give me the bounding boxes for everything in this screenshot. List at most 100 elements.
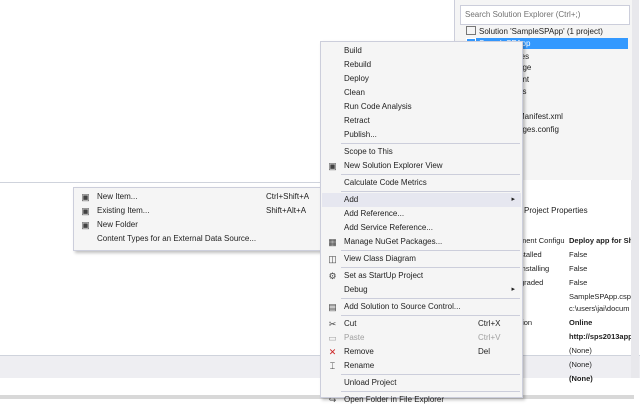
menu-item-cut[interactable]: ✂ Cut Ctrl+X (322, 317, 521, 331)
menu-item-retract[interactable]: Retract (322, 114, 521, 128)
menu-separator (341, 315, 520, 316)
menu-item-label: Paste (344, 333, 365, 342)
menu-item-scope-to-this[interactable]: Scope to This (322, 145, 521, 159)
class-diagram-icon: ◫ (328, 254, 337, 264)
menu-item-publish[interactable]: Publish... (322, 128, 521, 142)
menu-item-add-solution-to-source-control[interactable]: ▤ Add Solution to Source Control... (322, 300, 521, 314)
property-row[interactable]: stalled False (520, 248, 631, 262)
property-row[interactable]: http://sps2013app (520, 330, 631, 344)
property-row[interactable]: (None) (520, 372, 631, 386)
menu-item-set-as-startup-project[interactable]: ⚙ Set as StartUp Project (322, 269, 521, 283)
menu-item-shortcut: Ctrl+Shift+A (266, 192, 310, 201)
menu-item-shortcut: Ctrl+X (478, 319, 501, 328)
menu-item-label: Set as StartUp Project (344, 271, 424, 280)
new-folder-icon: ▣ (81, 220, 90, 230)
menu-item-label: New Item... (97, 192, 138, 201)
menu-separator (341, 250, 520, 251)
submenu-item-new-item[interactable]: ▣ New Item... Ctrl+Shift+A (75, 190, 320, 204)
menu-item-add-service-reference[interactable]: Add Service Reference... (322, 221, 521, 235)
property-row[interactable]: ment Configu Deploy app for Sha (520, 234, 631, 248)
menu-item-view-class-diagram[interactable]: ◫ View Class Diagram (322, 252, 521, 266)
menu-item-label: Publish... (344, 130, 377, 139)
vertical-scrollbar[interactable] (631, 0, 639, 395)
menu-item-open-folder-in-file-explorer[interactable]: ↪ Open Folder in File Explorer (322, 393, 521, 407)
property-value: (None) (569, 360, 592, 369)
property-row[interactable]: graded False (520, 276, 631, 290)
property-name: ment Configu (520, 236, 565, 245)
menu-item-label: Cut (344, 319, 357, 328)
tree-item-label: Solution 'SampleSPApp' (1 project) (479, 27, 603, 36)
scissors-icon: ✂ (328, 319, 337, 329)
property-row[interactable]: (None) (520, 344, 631, 358)
menu-item-new-solution-explorer-view[interactable]: ▣ New Solution Explorer View (322, 159, 521, 173)
menu-separator (341, 143, 520, 144)
tree-item-label: Manifest.xml (518, 112, 563, 121)
tree-item-label: ages.config (518, 125, 559, 134)
menu-item-run-code-analysis[interactable]: Run Code Analysis (322, 100, 521, 114)
build-icon (327, 46, 338, 56)
menu-item-add-reference[interactable]: Add Reference... (322, 207, 521, 221)
menu-separator (341, 374, 520, 375)
property-name: graded (520, 278, 544, 287)
menu-item-label: Existing Item... (97, 206, 150, 215)
property-row[interactable]: c:\users\jai\docum (520, 302, 631, 316)
menu-item-label: Scope to This (344, 147, 393, 156)
menu-item-build[interactable]: Build (322, 44, 521, 58)
menu-item-rename[interactable]: ⌶ Rename (322, 359, 521, 373)
menu-item-unload-project[interactable]: Unload Project (322, 376, 521, 390)
property-row[interactable]: tion Online (520, 316, 631, 330)
menu-item-label: New Folder (97, 220, 138, 229)
solution-explorer-search-input[interactable]: Search Solution Explorer (Ctrl+;) (460, 5, 630, 25)
menu-item-calculate-code-metrics[interactable]: Calculate Code Metrics (322, 176, 521, 190)
menu-item-label: Add (344, 195, 359, 204)
tree-item[interactable]: ages.config (518, 124, 559, 135)
menu-separator (341, 267, 520, 268)
paste-icon: ▭ (328, 333, 337, 343)
menu-item-label: Add Solution to Source Control... (344, 302, 461, 311)
menu-item-label: Manage NuGet Packages... (344, 237, 443, 246)
submenu-item-new-folder[interactable]: ▣ New Folder (75, 218, 320, 232)
menu-item-manage-nuget-packages[interactable]: ▦ Manage NuGet Packages... (322, 235, 521, 249)
menu-separator (341, 298, 520, 299)
menu-item-label: Run Code Analysis (344, 102, 412, 111)
submenu-arrow-icon: ▸ (511, 286, 515, 293)
menu-item-label: View Class Diagram (344, 254, 416, 263)
menu-item-label: Calculate Code Metrics (344, 178, 427, 187)
menu-item-label: Rebuild (344, 60, 372, 69)
menu-item-paste: ▭ Paste Ctrl+V (322, 331, 521, 345)
menu-item-debug[interactable]: Debug ▸ (322, 283, 521, 297)
menu-item-rebuild[interactable]: Rebuild (322, 58, 521, 72)
menu-item-label: Retract (344, 116, 370, 125)
property-value: (None) (569, 346, 592, 355)
frame-shadow (0, 395, 634, 399)
submenu-item-existing-item[interactable]: ▣ Existing Item... Shift+Alt+A (75, 204, 320, 218)
property-value: False (569, 264, 588, 273)
menu-item-add[interactable]: Add ▸ (322, 193, 521, 207)
submenu-item-content-types-for-an-external-data-source[interactable]: Content Types for an External Data Sourc… (75, 232, 320, 246)
menu-item-label: Deploy (344, 74, 369, 83)
property-row[interactable]: (None) (520, 358, 631, 372)
property-value: (None) (569, 374, 593, 383)
menu-separator (341, 191, 520, 192)
property-name: tion (520, 318, 533, 327)
new-item-icon: ▣ (81, 192, 90, 202)
properties-title: Project Properties (524, 206, 588, 215)
menu-item-remove[interactable]: ✕ Remove Del (322, 345, 521, 359)
menu-item-clean[interactable]: Clean (322, 86, 521, 100)
menu-separator (341, 174, 520, 175)
menu-item-label: Open Folder in File Explorer (344, 395, 445, 404)
tree-item[interactable]: Manifest.xml (518, 111, 563, 122)
open-folder-icon: ↪ (328, 395, 337, 405)
tree-item[interactable]: Solution 'SampleSPApp' (1 project) (466, 26, 603, 37)
menu-item-label: Clean (344, 88, 365, 97)
property-name: stalled (520, 250, 542, 259)
menu-item-shortcut: Shift+Alt+A (266, 206, 307, 215)
menu-item-label: Content Types for an External Data Sourc… (97, 234, 257, 243)
property-value: False (569, 278, 588, 287)
property-row[interactable]: installing False (520, 262, 631, 276)
property-value: c:\users\jai\docum (569, 304, 630, 313)
menu-item-label: Debug (344, 285, 368, 294)
menu-item-label: Remove (344, 347, 374, 356)
menu-item-deploy[interactable]: Deploy (322, 72, 521, 86)
menu-item-label: Add Service Reference... (344, 223, 433, 232)
